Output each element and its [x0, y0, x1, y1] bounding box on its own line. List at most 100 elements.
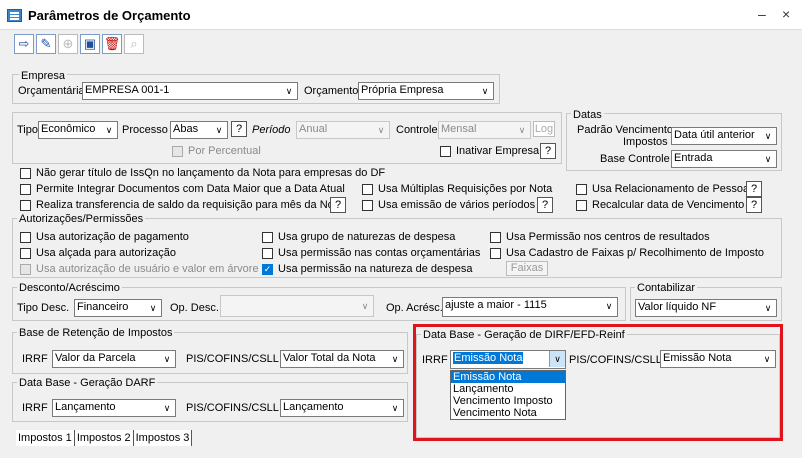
tipo-desc-label: Tipo Desc. — [17, 302, 70, 314]
faixas-button[interactable]: Faixas — [506, 261, 548, 276]
autorizacao-pagamento-checkbox[interactable]: Usa autorização de pagamento — [20, 231, 189, 243]
checkbox-box — [20, 167, 31, 179]
por-percentual-checkbox[interactable]: Por Percentual — [172, 145, 261, 157]
checkbox-box — [576, 183, 587, 195]
grupo-naturezas-checkbox[interactable]: Usa grupo de naturezas de despesa — [262, 231, 455, 243]
transferencia-help-button[interactable]: ? — [330, 197, 346, 213]
orcamento-value: Própria Empresa — [361, 84, 444, 96]
chevron-down-icon: ∨ — [764, 130, 772, 141]
por-percentual-label: Por Percentual — [188, 145, 261, 157]
darf-pis-select[interactable]: Lançamento ∨ — [280, 399, 404, 417]
checkbox-box — [172, 145, 183, 157]
tab-impostos-3[interactable]: Impostos 3 — [133, 430, 193, 446]
impostos-label: Impostos — [623, 136, 668, 148]
eraser-icon[interactable]: ✎ — [36, 34, 56, 54]
relacionamento-checkbox[interactable]: Usa Relacionamento de Pessoa — [576, 183, 749, 195]
padrao-vencimento-label: Padrão Vencimento — [577, 124, 674, 136]
checkbox-box — [576, 199, 587, 211]
emissao-varios-checkbox[interactable]: Usa emissão de vários períodos — [362, 199, 535, 211]
tipo-desc-select[interactable]: Financeiro ∨ — [74, 299, 162, 317]
base-controle-value: Entrada — [674, 152, 713, 164]
orcamento-select[interactable]: Própria Empresa ∨ — [358, 82, 494, 100]
chevron-down-icon: ∨ — [518, 124, 526, 135]
processo-label: Processo — [122, 124, 168, 136]
darf-irrf-value: Lançamento — [55, 401, 116, 413]
emissao-varios-label: Usa emissão de vários períodos — [378, 199, 536, 211]
retencao-irrf-value: Valor da Parcela — [55, 352, 136, 364]
relacionamento-help-button[interactable]: ? — [746, 181, 762, 197]
chevron-down-icon: ∨ — [391, 353, 399, 364]
multiplas-requisicoes-checkbox[interactable]: Usa Múltiplas Requisições por Nota — [362, 183, 552, 195]
contabilizar-select[interactable]: Valor líquido NF ∨ — [635, 299, 777, 317]
cadastro-faixas-checkbox[interactable]: Usa Cadastro de Faixas p/ Recolhimento d… — [490, 247, 764, 259]
inativar-help-button[interactable]: ? — [540, 143, 556, 159]
tipo-desc-value: Financeiro — [77, 301, 129, 313]
darf-irrf-select[interactable]: Lançamento ∨ — [52, 399, 176, 417]
recalcular-checkbox[interactable]: Recalcular data de Vencimento — [576, 199, 744, 211]
op-acresc-select[interactable]: ajuste a maior - 1115 ∨ — [442, 297, 618, 317]
processo-value: Abas — [173, 123, 199, 135]
processo-select[interactable]: Abas ∨ — [170, 121, 228, 139]
controle-select[interactable]: Mensal ∨ — [438, 121, 531, 139]
padrao-vencimento-select[interactable]: Data útil anterior ∨ — [671, 127, 777, 145]
desconto-legend: Desconto/Acréscimo — [17, 282, 122, 294]
title-bar: Parâmetros de Orçamento – × — [0, 0, 802, 30]
tipo-label: Tipo — [17, 124, 38, 136]
darf-pis-value: Lançamento — [283, 401, 344, 413]
controle-label: Controle — [396, 124, 438, 136]
delete-icon[interactable]: 🗑 — [102, 34, 122, 54]
alcada-checkbox[interactable]: Usa alçada para autorização — [20, 247, 176, 259]
periodo-value: Anual — [299, 123, 328, 135]
realiza-transferencia-label: Realiza transferencia de saldo da requis… — [36, 199, 343, 211]
orcamentaria-select[interactable]: EMPRESA 001-1 ∨ — [82, 82, 298, 100]
autorizacao-usuario-checkbox[interactable]: Usa autorização de usuário e valor em ár… — [20, 263, 259, 275]
chevron-down-icon: ∨ — [105, 124, 113, 135]
permissao-contas-label: Usa permissão nas contas orçamentárias — [278, 247, 481, 259]
save-icon[interactable]: ▣ — [80, 34, 100, 54]
tab-impostos-1[interactable]: Impostos 1 — [16, 430, 75, 446]
alcada-label: Usa alçada para autorização — [36, 247, 177, 259]
emissao-help-button[interactable]: ? — [537, 197, 553, 213]
permissao-contas-checkbox[interactable]: Usa permissão nas contas orçamentárias — [262, 247, 480, 259]
checkbox-box — [362, 199, 373, 211]
minimize-button[interactable]: – — [758, 6, 766, 22]
recalcular-label: Recalcular data de Vencimento — [592, 199, 745, 211]
log-button[interactable]: Log — [533, 121, 555, 137]
multiplas-requisicoes-label: Usa Múltiplas Requisições por Nota — [378, 183, 553, 195]
tipo-select[interactable]: Econômico ∨ — [38, 121, 118, 139]
processo-help-button[interactable]: ? — [231, 121, 247, 137]
op-desc-select[interactable]: ∨ — [220, 295, 374, 317]
base-controle-select[interactable]: Entrada ∨ — [671, 150, 777, 168]
tipo-value: Econômico — [41, 123, 96, 135]
periodo-label: Período — [252, 124, 291, 136]
recalcular-help-button[interactable]: ? — [746, 197, 762, 213]
exit-icon[interactable]: ⇨ — [14, 34, 34, 54]
inativar-empresa-label: Inativar Empresa — [456, 145, 540, 157]
empresa-legend: Empresa — [19, 70, 68, 82]
realiza-transferencia-checkbox[interactable]: Realiza transferencia de saldo da requis… — [20, 199, 343, 211]
inativar-empresa-checkbox[interactable]: Inativar Empresa — [440, 145, 539, 157]
autorizacoes-legend: Autorizações/Permissões — [17, 213, 146, 225]
periodo-select[interactable]: Anual ∨ — [296, 121, 390, 139]
checkbox-box — [20, 231, 31, 243]
highlight-annotation — [413, 324, 783, 441]
chevron-down-icon: ∨ — [163, 402, 171, 413]
close-button[interactable]: × — [782, 6, 790, 22]
chevron-down-icon: ∨ — [391, 402, 399, 413]
checkbox-box — [362, 183, 373, 195]
autorizacao-usuario-label: Usa autorização de usuário e valor em ár… — [36, 263, 259, 275]
nao-gerar-checkbox[interactable]: Não gerar título de IssQn no lançamento … — [20, 167, 385, 179]
parametros-orcamento-window: Parâmetros de Orçamento – × ⇨ ✎ ⊕ ▣ 🗑 ⌕ … — [0, 0, 802, 458]
retencao-irrf-select[interactable]: Valor da Parcela ∨ — [52, 350, 176, 368]
search-icon[interactable]: ⌕ — [124, 34, 144, 54]
add-icon[interactable]: ⊕ — [58, 34, 78, 54]
tab-impostos-2[interactable]: Impostos 2 — [74, 430, 134, 446]
permite-integrar-checkbox[interactable]: Permite Integrar Documentos com Data Mai… — [20, 183, 345, 195]
permissao-natureza-checkbox[interactable]: ✓ Usa permissão na natureza de despesa — [262, 263, 472, 275]
retencao-pis-select[interactable]: Valor Total da Nota ∨ — [280, 350, 404, 368]
chevron-down-icon: ∨ — [361, 300, 369, 311]
impostos-tabs: Impostos 1 Impostos 2 Impostos 3 — [16, 430, 193, 446]
app-icon — [7, 9, 22, 22]
checkbox-box — [490, 247, 501, 259]
permissao-centros-checkbox[interactable]: Usa Permissão nos centros de resultados — [490, 231, 710, 243]
